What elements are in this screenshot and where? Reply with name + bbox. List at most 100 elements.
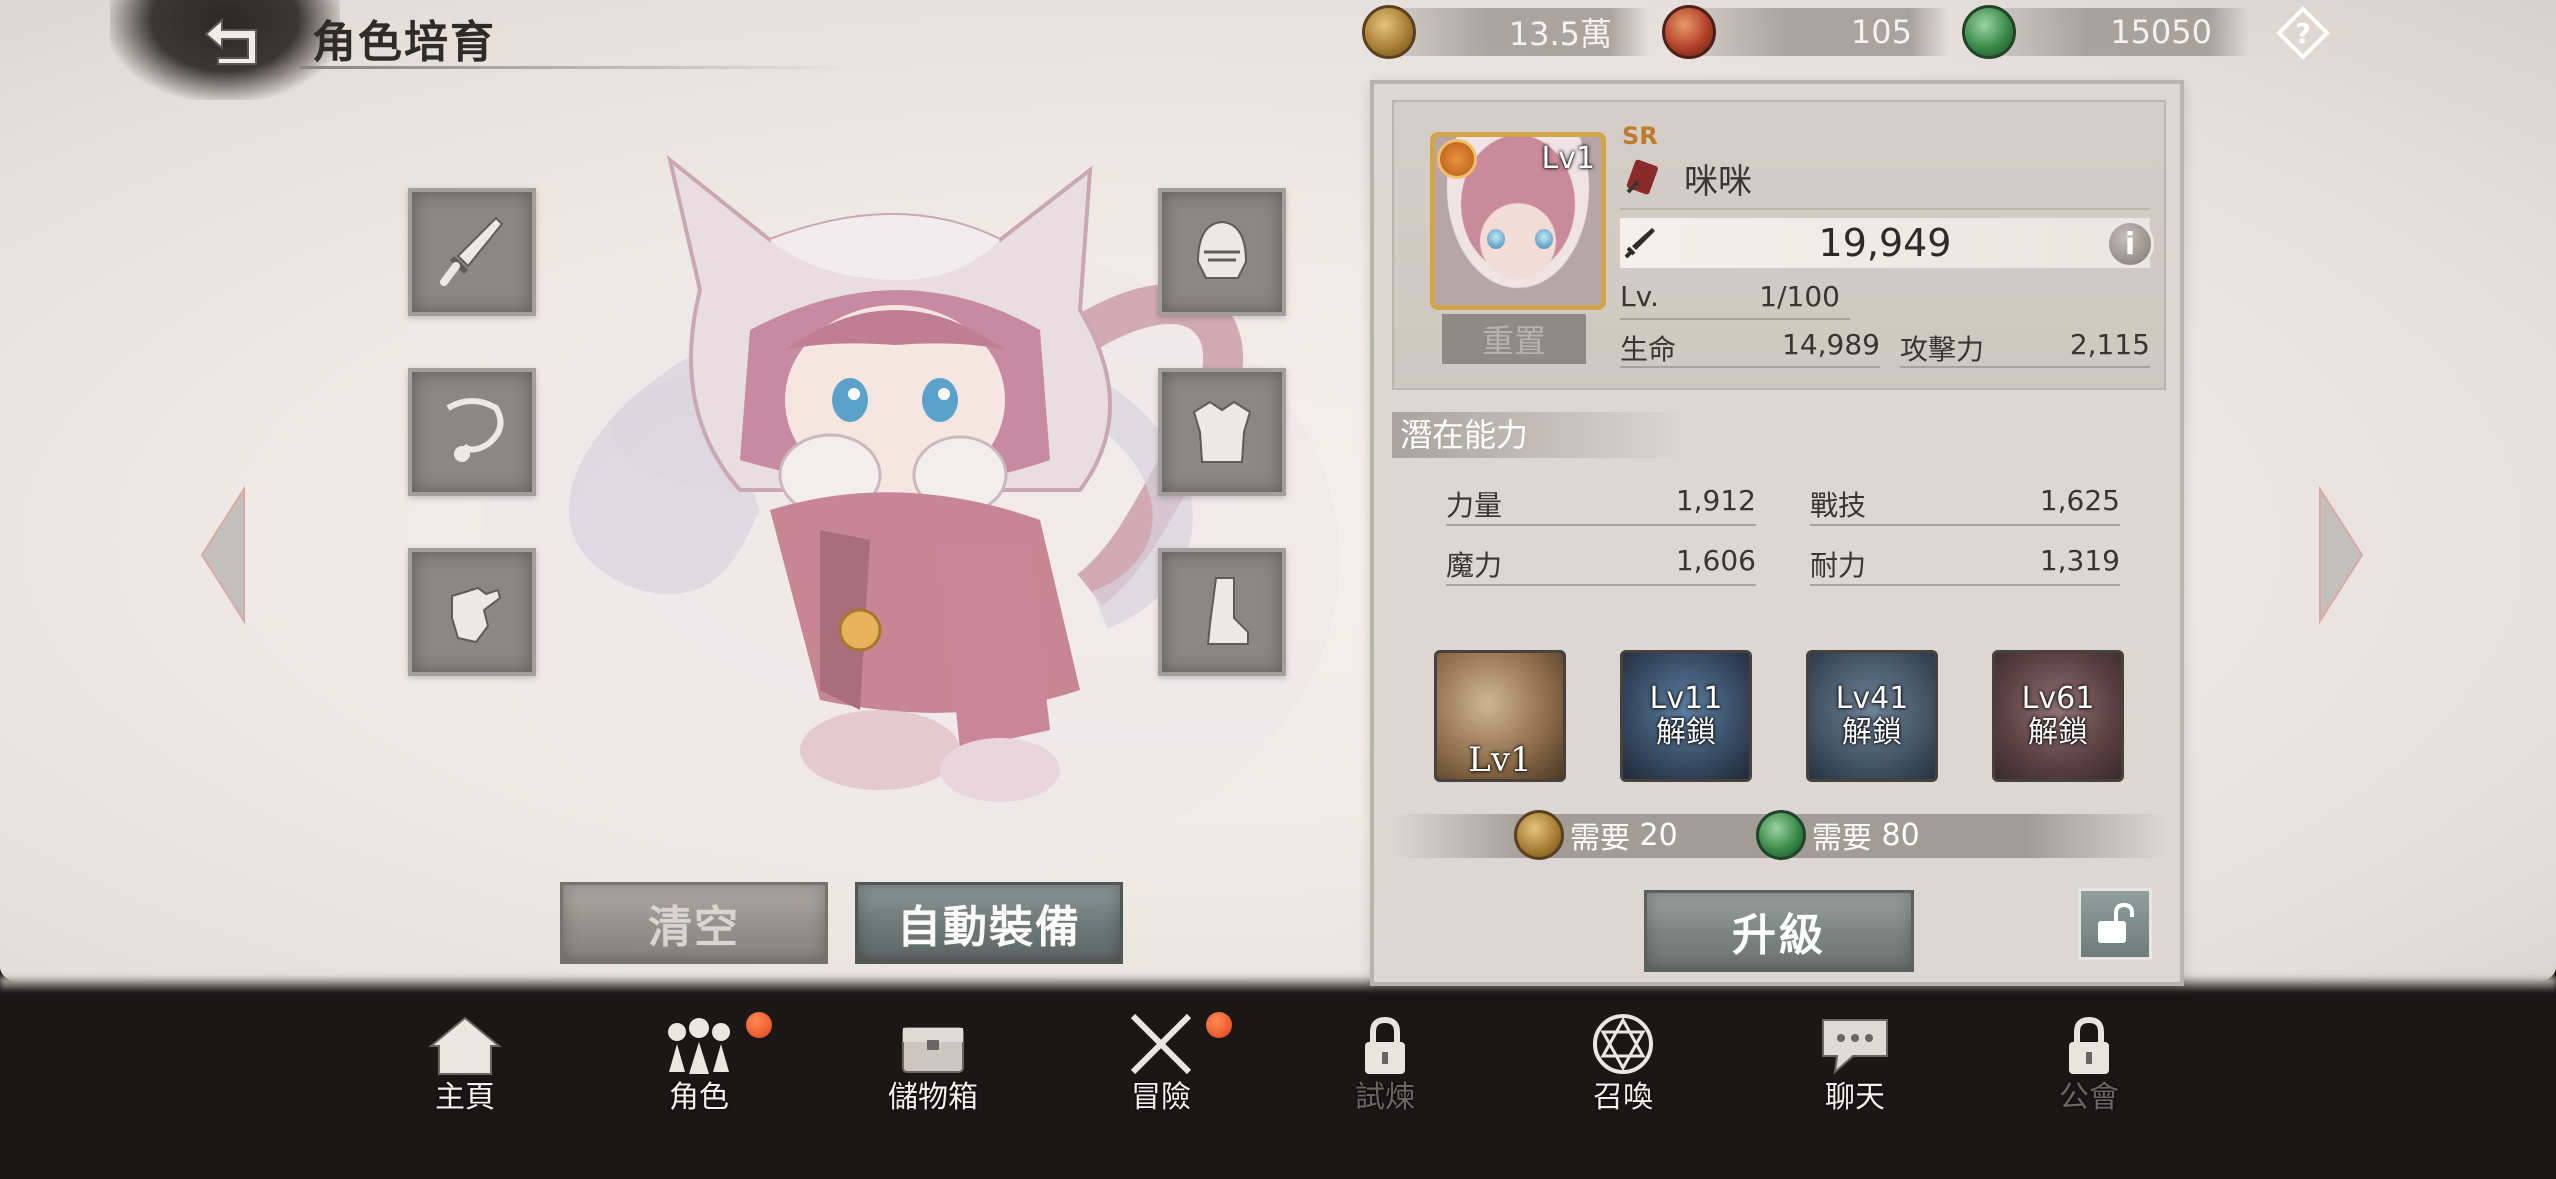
previous-character-arrow[interactable] [196,485,256,625]
requirement-label: 需要 [1570,821,1630,856]
stat-value: 1,319 [2039,544,2120,577]
rank-badge-icon [1437,139,1477,179]
power-sword-icon [1624,228,1655,259]
chest-icon [902,1027,964,1073]
info-icon: i [2124,226,2136,262]
glove-icon [451,586,502,644]
name-divider [1620,208,2150,210]
nav-storage[interactable]: 儲物箱 [868,1010,998,1120]
character-name: 咪咪 [1684,162,1752,202]
level-value: 1/100 [1759,280,1840,313]
skill-slot-4[interactable]: Lv61 解鎖 [1992,650,2124,782]
sword-icon [440,216,504,286]
green-orb-icon [1756,810,1806,860]
title-underline [300,66,850,69]
lock-icon [1365,1016,1405,1074]
equip-slot-helmet[interactable] [1158,188,1286,316]
equip-slot-armor[interactable] [1158,368,1286,496]
currency-red: 105 [1662,5,1950,59]
power-info-button[interactable]: i [2106,220,2154,268]
currency-gold: 13.5萬 [1362,5,1650,59]
skill-unlock-level: Lv11 [1649,681,1723,716]
portrait-eye-left [1487,229,1505,249]
red-orb-icon [1662,5,1716,59]
currency-green: 15050 [1962,5,2250,59]
clear-equipment-button[interactable]: 清空 [560,882,828,964]
nav-summon[interactable]: 召喚 [1558,1010,1688,1120]
armor-icon [1192,400,1252,463]
necklace-icon [446,398,504,462]
nav-label: 冒險 [1131,1080,1191,1115]
nav-label: 儲物箱 [888,1080,978,1115]
potential-stat-strength: 力量 1,912 [1446,484,1756,526]
skill-slot-3[interactable]: Lv41 解鎖 [1806,650,1938,782]
help-button[interactable]: ? [2274,4,2332,62]
reset-button[interactable]: 重置 [1442,314,1586,364]
potential-stat-technique: 戰技 1,625 [1810,484,2120,526]
bottom-navigation: 主頁 角色 儲物箱 冒險 試煉 召喚 聊天 公會 [0,990,2556,1179]
combat-power-value: 19,949 [1818,221,1952,265]
equip-slot-necklace[interactable] [408,368,536,496]
notification-dot [746,1012,772,1038]
potential-stat-endurance: 耐力 1,319 [1810,544,2120,586]
skill-unlock-text: 解鎖 [1842,715,1902,750]
green-orb-icon [1962,5,2016,59]
potential-section-title: 潛在能力 [1392,412,1692,458]
nav-characters[interactable]: 角色 [634,1010,772,1120]
stat-label: 耐力 [1810,549,1867,582]
auto-equip-button[interactable]: 自動裝備 [855,882,1123,964]
requirement-green: 需要 80 [1756,810,1920,860]
equip-slot-glove[interactable] [408,548,536,676]
nav-home[interactable]: 主頁 [400,1010,530,1120]
rarity-label: SR [1622,122,1658,150]
nav-label: 主頁 [435,1080,495,1115]
question-diamond-icon: ? [2276,6,2330,60]
stat-label: 魔力 [1446,549,1503,582]
stat-value: 1,606 [1675,544,1756,577]
nav-chat[interactable]: 聊天 [1790,1010,1920,1120]
skill-slot-2[interactable]: Lv11 解鎖 [1620,650,1752,782]
lock-icon [2069,1016,2109,1074]
nav-label: 公會 [2059,1080,2119,1115]
equip-slot-boots[interactable] [1158,548,1286,676]
portrait-level: Lv1 [1541,141,1595,176]
character-portrait[interactable]: Lv1 [1430,132,1606,310]
svg-text:?: ? [2295,17,2311,50]
back-button[interactable] [198,12,272,70]
nav-guild[interactable]: 公會 [2024,1010,2154,1120]
unlock-padlock-icon [2098,902,2134,943]
next-character-arrow[interactable] [2308,485,2368,625]
class-weapon-icon [1626,159,1658,195]
attack-row: 攻擊力 2,115 [1900,328,2150,368]
gold-coin-icon [1514,810,1564,860]
hp-label: 生命 [1620,333,1677,366]
chat-icon [1822,1019,1888,1075]
requirement-label: 需要 [1812,821,1872,856]
stat-value: 1,625 [2039,484,2120,517]
crossed-swords-icon [1130,1013,1192,1075]
lock-toggle-button[interactable] [2078,888,2152,960]
nav-adventure[interactable]: 冒險 [1096,1010,1232,1120]
hp-value: 14,989 [1782,328,1880,361]
stat-label: 戰技 [1810,489,1867,522]
requirement-gold: 需要 20 [1514,810,1678,860]
currency-gold-value: 13.5萬 [1508,15,1612,53]
nav-trial[interactable]: 試煉 [1320,1010,1450,1120]
level-label: Lv. [1620,280,1659,313]
upgrade-button[interactable]: 升級 [1644,890,1914,972]
currency-green-value: 15050 [2110,13,2212,51]
combat-power-bar: 19,949 i [1620,218,2154,268]
back-arrow-icon [204,17,257,65]
equip-slot-weapon[interactable] [408,188,536,316]
skill-unlock-level: Lv61 [2021,681,2095,716]
gold-coin-icon [1362,5,1416,59]
portrait-eye-right [1535,229,1553,249]
skill-unlock-text: 解鎖 [1656,715,1716,750]
currency-red-value: 105 [1850,13,1912,51]
stat-value: 1,912 [1675,484,1756,517]
skill-slot-1[interactable]: Lv1 [1434,650,1566,782]
nav-label: 召喚 [1593,1080,1653,1115]
notification-dot [1206,1012,1232,1038]
skill-unlock-level: Lv41 [1835,681,1909,716]
attack-value: 2,115 [2069,328,2150,361]
